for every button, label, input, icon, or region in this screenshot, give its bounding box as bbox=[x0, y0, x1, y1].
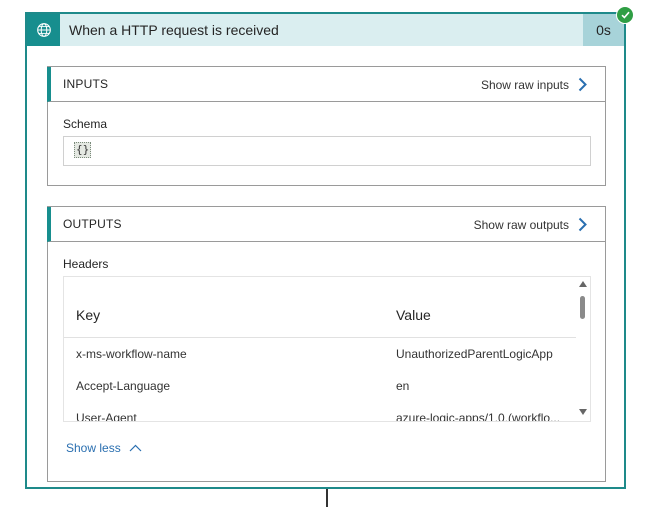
trigger-icon-container bbox=[27, 14, 60, 46]
column-header-key: Key bbox=[76, 307, 101, 323]
flow-connector bbox=[326, 489, 328, 507]
table-row: x-ms-workflow-name UnauthorizedParentLog… bbox=[64, 338, 576, 370]
show-less-label: Show less bbox=[66, 441, 121, 455]
show-raw-outputs-link[interactable]: Show raw outputs bbox=[474, 207, 587, 242]
schema-label: Schema bbox=[63, 117, 108, 131]
outputs-title: OUTPUTS bbox=[63, 217, 122, 231]
inputs-title: INPUTS bbox=[63, 77, 109, 91]
table-row: User-Agent azure-logic-apps/1.0,(workflo… bbox=[64, 402, 576, 422]
header-value: azure-logic-apps/1.0,(workflo... bbox=[396, 411, 561, 422]
headers-label: Headers bbox=[63, 257, 109, 271]
show-raw-inputs-label: Show raw inputs bbox=[480, 77, 569, 92]
globe-icon bbox=[36, 23, 51, 37]
show-less-link[interactable]: Show less bbox=[66, 441, 142, 455]
schema-value: {} bbox=[74, 142, 92, 158]
headers-scrollbar[interactable] bbox=[576, 277, 590, 421]
header-value: en bbox=[396, 379, 410, 393]
headers-table[interactable]: Key Value x-ms-workflow-name Unauthorize… bbox=[63, 276, 591, 422]
checkmark-icon bbox=[620, 11, 630, 19]
inputs-section: INPUTS Show raw inputs Schema {} bbox=[47, 66, 606, 186]
chevron-right-icon bbox=[578, 217, 587, 232]
header-key: x-ms-workflow-name bbox=[76, 347, 187, 361]
schema-field[interactable]: {} bbox=[63, 136, 591, 166]
scroll-up-arrow-icon[interactable] bbox=[579, 281, 587, 287]
header-key: User-Agent bbox=[76, 411, 137, 422]
scroll-thumb[interactable] bbox=[580, 296, 585, 319]
chevron-up-icon bbox=[129, 444, 142, 452]
trigger-card: When a HTTP request is received 0s INPUT… bbox=[25, 12, 626, 489]
table-header-row: Key Value bbox=[64, 277, 576, 338]
card-title: When a HTTP request is received bbox=[69, 22, 279, 38]
table-row: Accept-Language en bbox=[64, 370, 576, 402]
column-header-value: Value bbox=[396, 307, 431, 323]
header-value: UnauthorizedParentLogicApp bbox=[396, 347, 553, 361]
chevron-right-icon bbox=[578, 77, 587, 92]
inputs-header: INPUTS Show raw inputs bbox=[47, 67, 605, 102]
card-header[interactable]: When a HTTP request is received 0s bbox=[27, 14, 624, 46]
outputs-section: OUTPUTS Show raw outputs Headers Key Val… bbox=[47, 206, 606, 482]
success-status-badge bbox=[616, 6, 634, 24]
outputs-header: OUTPUTS Show raw outputs bbox=[47, 207, 605, 242]
show-raw-outputs-label: Show raw outputs bbox=[473, 217, 569, 232]
header-key: Accept-Language bbox=[76, 379, 171, 393]
show-raw-inputs-link[interactable]: Show raw inputs bbox=[481, 67, 587, 102]
scroll-down-arrow-icon[interactable] bbox=[579, 409, 587, 415]
